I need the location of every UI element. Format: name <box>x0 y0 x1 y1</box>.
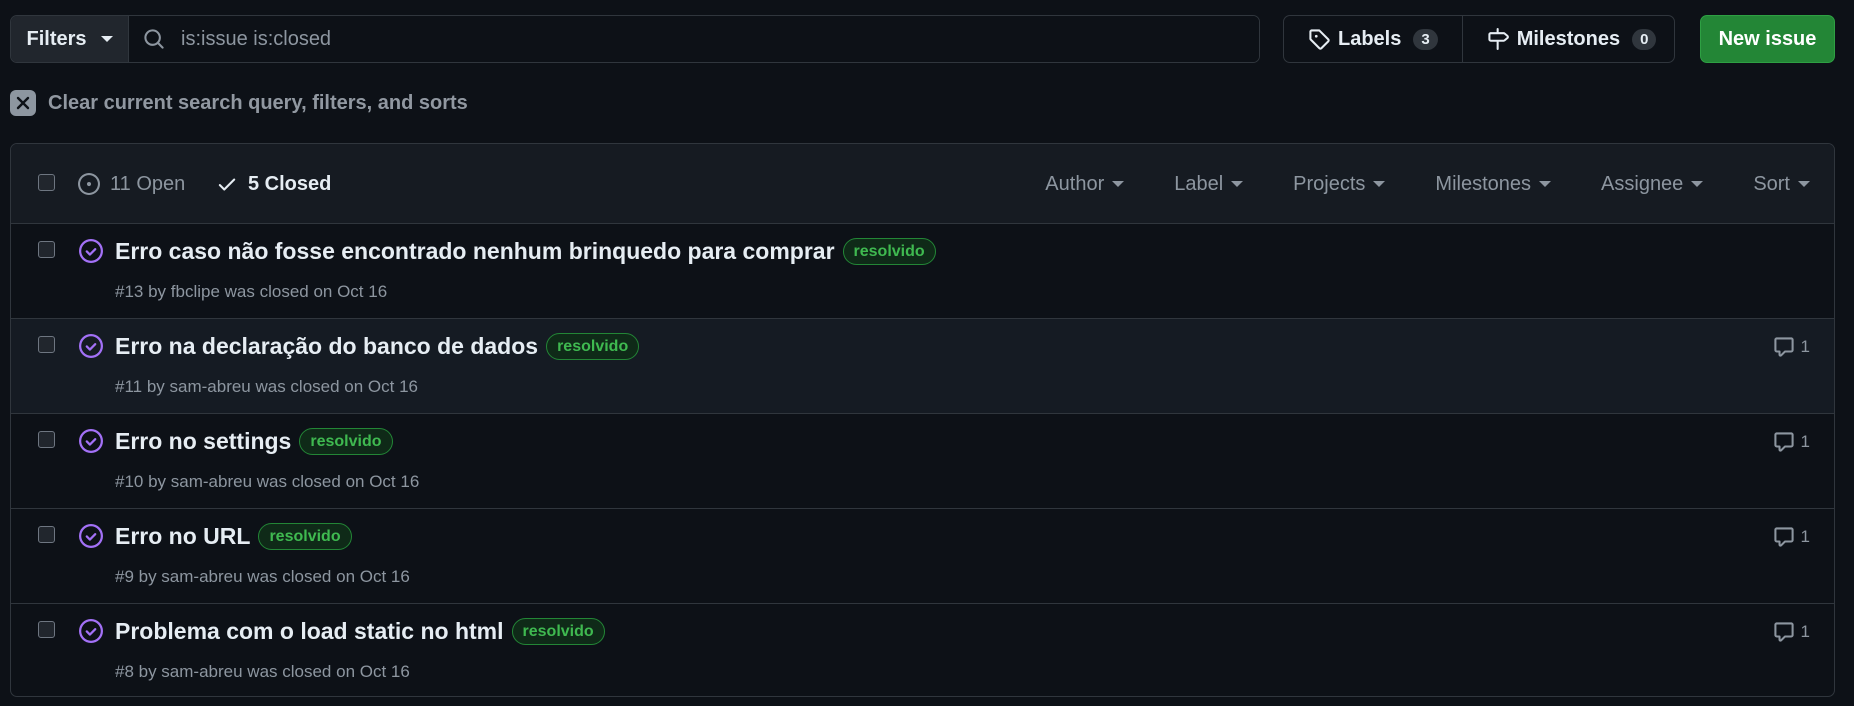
issue-title-link[interactable]: Erro no URL <box>115 523 250 550</box>
milestones-label: Milestones <box>1516 27 1621 50</box>
issue-meta: #13 by fbclipe was closed on Oct 16 <box>115 282 388 301</box>
open-issues-tab[interactable]: 11 Open <box>78 144 185 224</box>
open-issues-label: 11 Open <box>110 172 186 195</box>
caret-down-icon <box>1112 181 1125 187</box>
milestones-filter[interactable]: Milestones <box>1435 172 1552 196</box>
clear-filters-text: Clear current search query, filters, and… <box>48 91 468 114</box>
issue-title-link[interactable]: Problema com o load static no html <box>115 618 504 645</box>
labels-button[interactable]: Labels 3 <box>1284 16 1462 62</box>
comments-link[interactable]: 1 <box>1773 336 1810 358</box>
projects-filter[interactable]: Projects <box>1293 172 1386 196</box>
comment-icon <box>1773 622 1794 642</box>
caret-down-icon <box>1691 181 1704 187</box>
label-badge[interactable]: resolvido <box>511 618 605 645</box>
issue-checkbox[interactable] <box>38 241 55 258</box>
milestones-filter-label: Milestones <box>1435 172 1532 195</box>
search-icon <box>144 29 164 49</box>
comment-count: 1 <box>1800 432 1810 451</box>
comments-link[interactable]: 1 <box>1773 431 1810 453</box>
clear-filters-link[interactable]: Clear current search query, filters, and… <box>10 90 468 116</box>
issue-meta: #10 by sam-abreu was closed on Oct 16 <box>115 472 420 491</box>
issue-row: Erro no settings resolvido #10 by sam-ab… <box>11 414 1834 509</box>
issue-checkbox[interactable] <box>38 621 55 638</box>
issue-checkbox[interactable] <box>38 336 55 353</box>
new-issue-button[interactable]: New issue <box>1700 15 1835 63</box>
label-filter-label: Label <box>1174 172 1224 195</box>
issues-list: 11 Open 5 Closed Author Label Projects M… <box>10 143 1835 697</box>
issue-title-link[interactable]: Erro caso não fosse encontrado nenhum br… <box>115 238 835 265</box>
label-badge[interactable]: resolvido <box>299 428 393 455</box>
issue-row: Erro na declaração do banco de dados res… <box>11 319 1834 414</box>
top-toolbar: Filters Labels 3 Milestones 0 New issue <box>10 15 1835 63</box>
milestones-count: 0 <box>1632 28 1657 50</box>
comment-count: 1 <box>1800 337 1810 356</box>
comment-icon <box>1773 527 1794 547</box>
closed-issues-tab[interactable]: 5 Closed <box>216 144 331 224</box>
issue-title-link[interactable]: Erro no settings <box>115 428 291 455</box>
closed-issues-label: 5 Closed <box>248 172 332 195</box>
issue-title-line: Erro caso não fosse encontrado nenhum br… <box>115 238 936 265</box>
caret-down-icon <box>1539 181 1552 187</box>
issue-meta: #9 by sam-abreu was closed on Oct 16 <box>115 567 410 586</box>
issue-row: Problema com o load static no html resol… <box>11 604 1834 696</box>
search-box <box>129 16 1259 62</box>
issue-title-link[interactable]: Erro na declaração do banco de dados <box>115 333 538 360</box>
close-icon <box>10 90 36 116</box>
issue-closed-icon <box>79 429 103 453</box>
issue-row: Erro no URL resolvido #9 by sam-abreu wa… <box>11 509 1834 604</box>
issue-title-line: Erro no settings resolvido <box>115 428 393 455</box>
author-filter-label: Author <box>1045 172 1105 195</box>
author-filter[interactable]: Author <box>1045 172 1125 196</box>
filters-dropdown-button[interactable]: Filters <box>11 16 129 62</box>
comment-icon <box>1773 337 1794 357</box>
comments-link[interactable]: 1 <box>1773 526 1810 548</box>
search-filter-group: Filters <box>10 15 1260 63</box>
issue-checkbox[interactable] <box>38 526 55 543</box>
tag-icon <box>1309 29 1330 50</box>
issue-meta: #11 by sam-abreu was closed on Oct 16 <box>115 377 419 396</box>
check-icon <box>218 178 236 191</box>
issue-closed-icon <box>79 524 103 548</box>
issue-opened-icon <box>78 173 100 195</box>
issue-closed-icon <box>79 334 103 358</box>
caret-down-icon <box>1798 181 1810 187</box>
issue-closed-icon <box>79 239 103 263</box>
issue-title-line: Problema com o load static no html resol… <box>115 618 605 645</box>
comments-link[interactable]: 1 <box>1773 621 1810 643</box>
select-all-checkbox[interactable] <box>38 174 55 191</box>
issue-title-line: Erro na declaração do banco de dados res… <box>115 333 640 360</box>
caret-down-icon <box>1373 181 1386 187</box>
comment-count: 1 <box>1800 527 1810 546</box>
label-badge[interactable]: resolvido <box>842 238 936 265</box>
assignee-filter-label: Assignee <box>1601 172 1684 195</box>
labels-count: 3 <box>1413 28 1438 50</box>
sort-filter[interactable]: Sort <box>1753 173 1810 196</box>
milestone-icon <box>1488 28 1509 50</box>
label-filter[interactable]: Label <box>1174 172 1244 196</box>
milestones-button[interactable]: Milestones 0 <box>1461 16 1674 62</box>
issue-title-line: Erro no URL resolvido <box>115 523 352 550</box>
caret-down-icon <box>1231 181 1244 187</box>
issue-checkbox[interactable] <box>38 431 55 448</box>
issue-closed-icon <box>79 619 103 643</box>
filters-label: Filters <box>26 27 87 50</box>
assignee-filter[interactable]: Assignee <box>1601 172 1704 196</box>
comment-icon <box>1773 432 1794 452</box>
caret-down-icon <box>100 36 113 42</box>
search-input[interactable] <box>165 16 1259 62</box>
label-badge[interactable]: resolvido <box>546 333 640 360</box>
labels-label: Labels <box>1338 27 1402 50</box>
sort-filter-label: Sort <box>1753 172 1790 195</box>
issue-row: Erro caso não fosse encontrado nenhum br… <box>11 224 1834 319</box>
issue-meta: #8 by sam-abreu was closed on Oct 16 <box>115 662 410 681</box>
comment-count: 1 <box>1800 622 1810 641</box>
issues-list-header: 11 Open 5 Closed Author Label Projects M… <box>11 144 1834 224</box>
projects-filter-label: Projects <box>1293 172 1366 195</box>
filter-menus: Author Label Projects Milestones Assigne… <box>1045 144 1810 224</box>
labels-milestones-group: Labels 3 Milestones 0 <box>1283 15 1675 63</box>
label-badge[interactable]: resolvido <box>258 523 352 550</box>
